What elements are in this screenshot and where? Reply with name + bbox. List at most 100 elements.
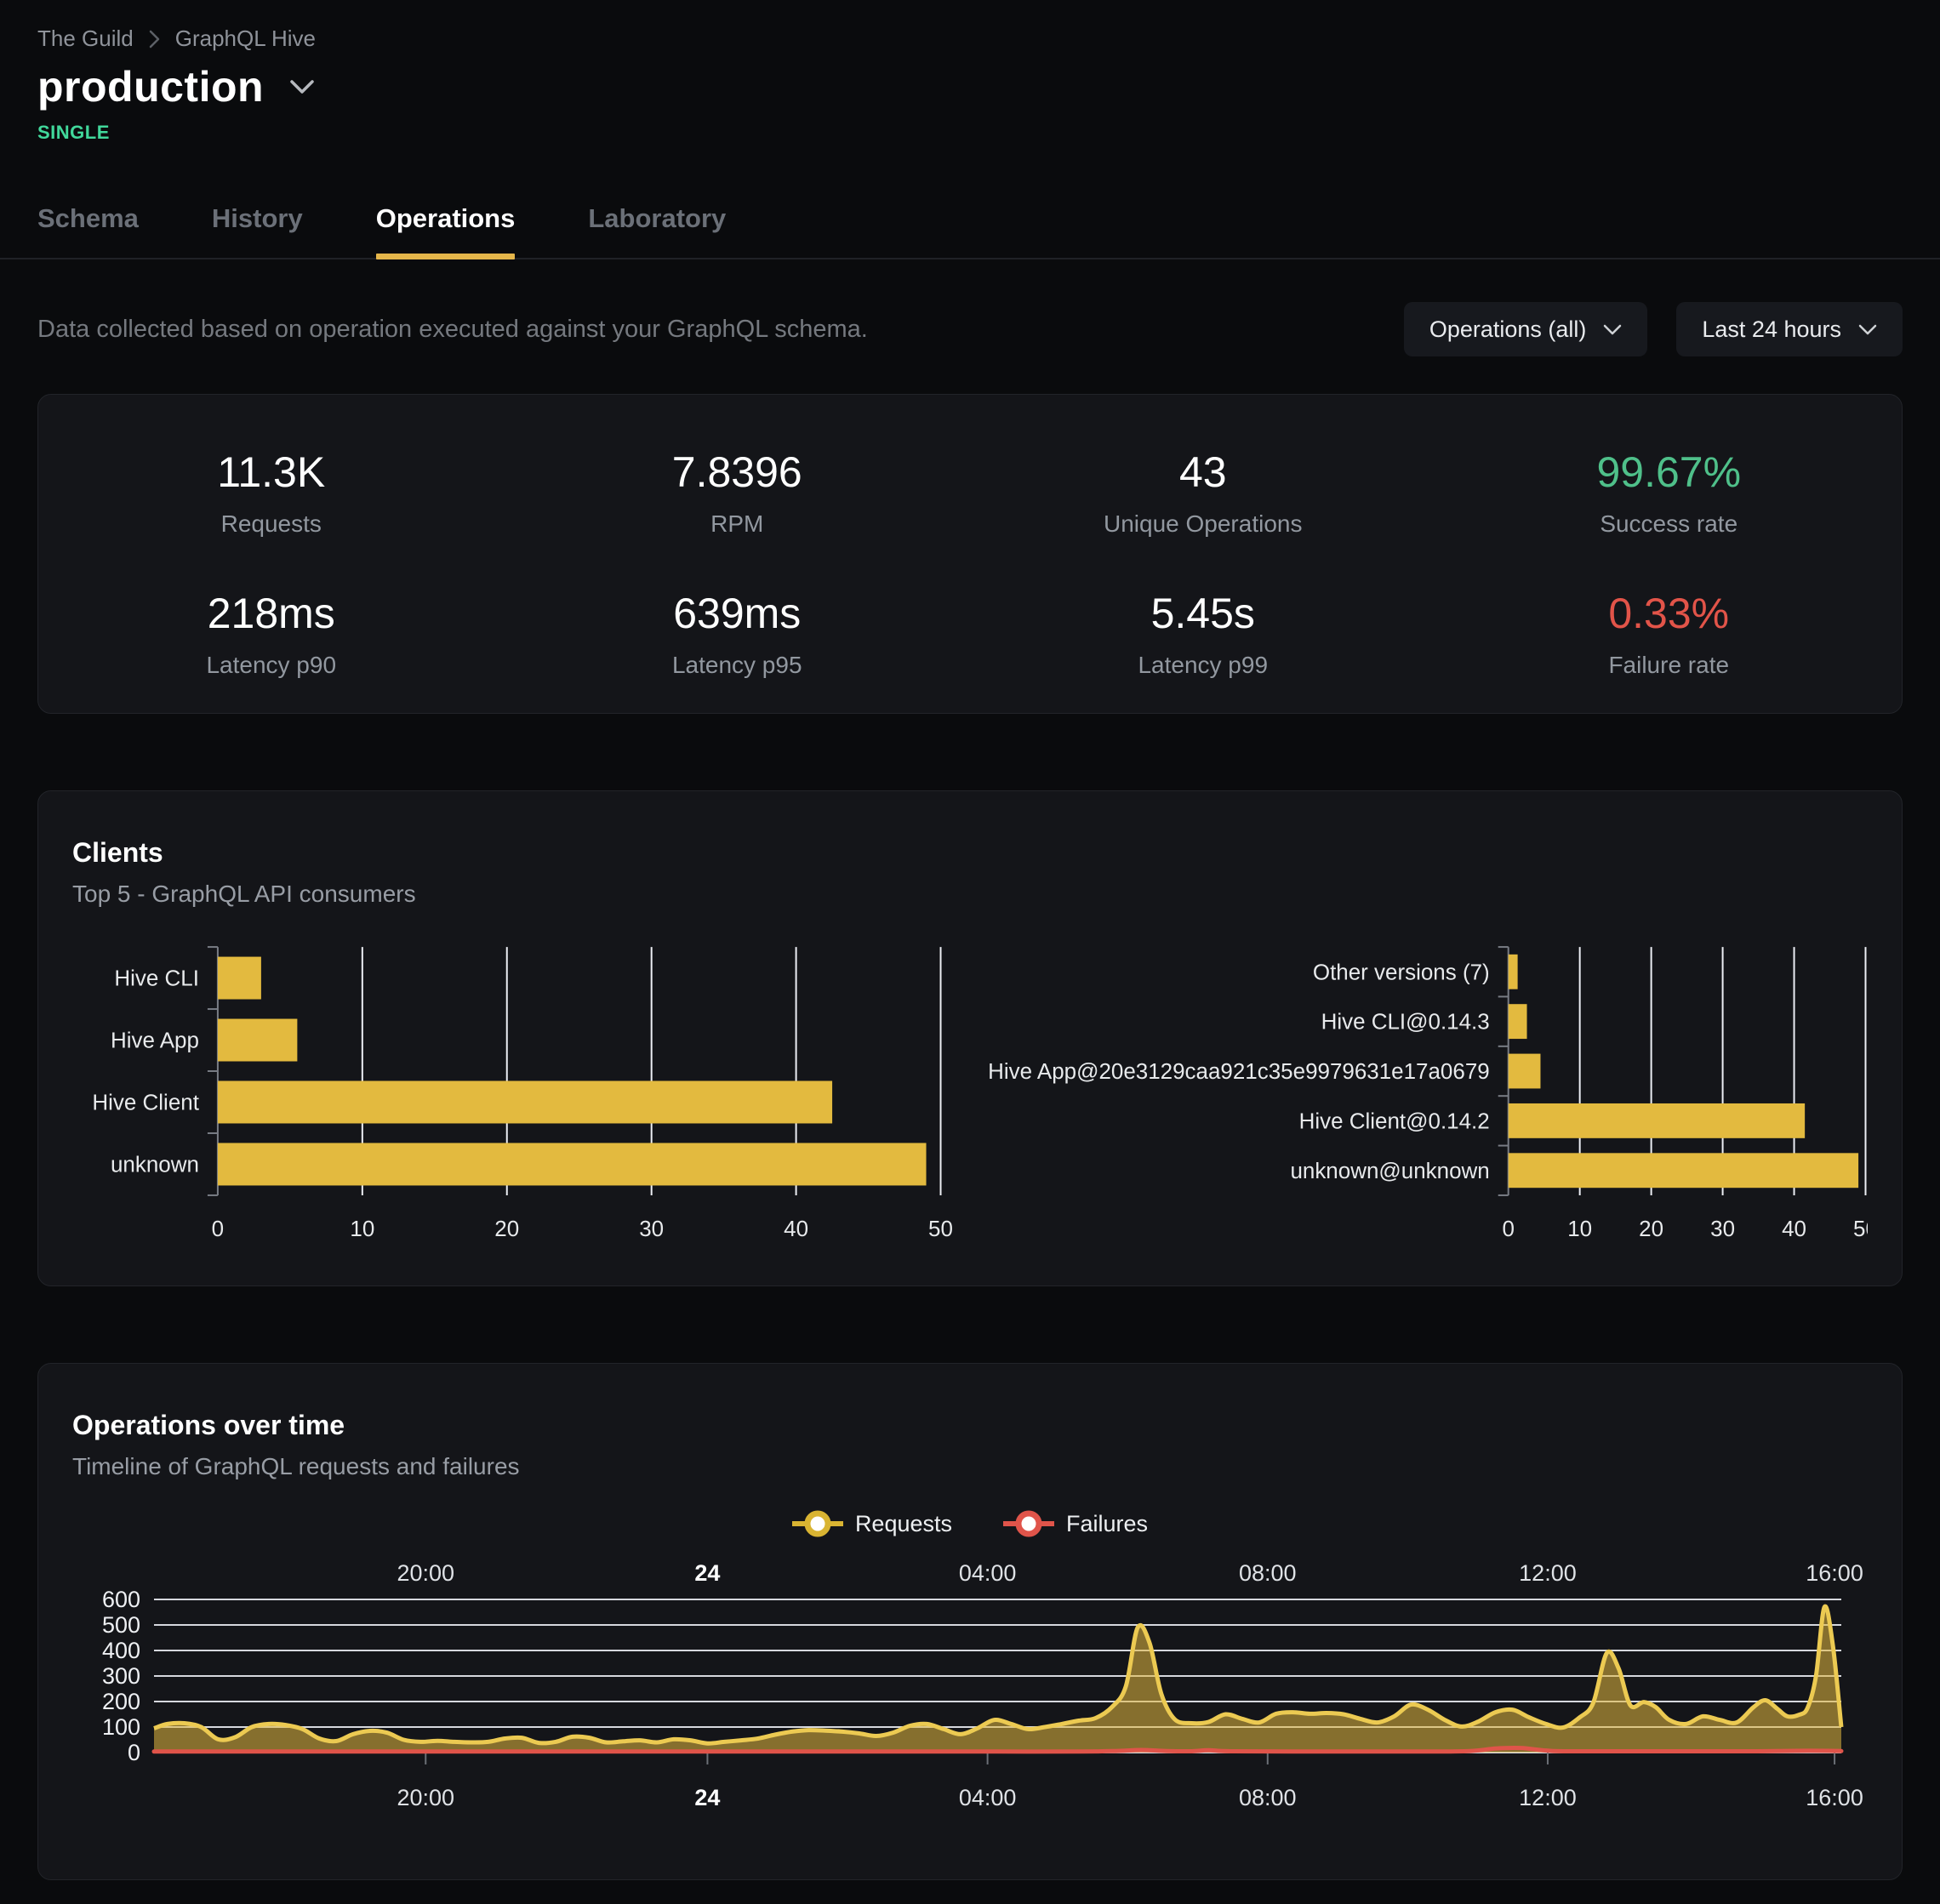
operations-filter-dropdown[interactable]: Operations (all): [1404, 302, 1648, 356]
bar-row: unknown: [111, 1143, 927, 1185]
tab-bar: Schema History Operations Laboratory: [0, 203, 1940, 259]
stat-rpm: 7.8396RPM: [505, 447, 971, 538]
clients-charts-row: Hive CLI Hive App Hive Client unknown 0 10 20 3…: [72, 942, 1868, 1251]
stat-failure-rate: 0.33%Failure rate: [1436, 589, 1903, 679]
svg-text:Other versions (7): Other versions (7): [1312, 959, 1489, 984]
stat-label: Success rate: [1600, 510, 1737, 538]
ops-card-subtitle: Timeline of GraphQL requests and failure…: [72, 1453, 1868, 1480]
svg-text:unknown: unknown: [111, 1151, 199, 1177]
stat-value: 43: [1179, 447, 1227, 497]
operations-over-time-card: Operations over time Timeline of GraphQL…: [37, 1363, 1903, 1880]
tab-history[interactable]: History: [212, 203, 303, 258]
legend-label: Requests: [855, 1511, 952, 1537]
chevron-down-icon: [1603, 324, 1622, 335]
stat-latency-p99: 5.45s Latency p99: [970, 589, 1436, 679]
stat-unique-operations: 43Unique Operations: [970, 447, 1436, 538]
svg-text:200: 200: [102, 1689, 140, 1714]
info-row: Data collected based on operation execut…: [37, 302, 1903, 356]
tab-operations[interactable]: Operations: [376, 203, 516, 258]
stat-label: Latency p99: [1138, 652, 1268, 679]
clients-by-name-chart: Hive CLIHive AppHive Clientunknown010203…: [72, 942, 970, 1251]
stat-value: 639ms: [673, 589, 801, 638]
svg-text:50: 50: [1853, 1216, 1868, 1241]
svg-text:12:00: 12:00: [1519, 1785, 1577, 1810]
breadcrumb-item-graphql-hive[interactable]: GraphQL Hive: [175, 26, 316, 52]
svg-text:20:00: 20:00: [397, 1560, 454, 1586]
operations-filter-label: Operations (all): [1429, 316, 1587, 343]
page-title: production: [37, 62, 264, 111]
svg-text:400: 400: [102, 1638, 140, 1663]
chevron-right-icon: [149, 30, 160, 48]
tab-schema[interactable]: Schema: [37, 203, 139, 258]
svg-text:Hive Client@0.14.2: Hive Client@0.14.2: [1298, 1108, 1489, 1133]
bar-row: unknown@unknown: [1290, 1153, 1858, 1188]
stat-label: RPM: [710, 510, 763, 538]
svg-text:Hive App@20e3129caa921c35e9979: Hive App@20e3129caa921c35e9979631e17a067…: [988, 1058, 1490, 1084]
breadcrumb: The Guild GraphQL Hive: [37, 26, 1903, 52]
stat-latency-p95: 639ms Latency p95: [505, 589, 971, 679]
svg-text:0: 0: [1502, 1216, 1514, 1241]
filter-buttons: Operations (all) Last 24 hours: [1404, 302, 1903, 356]
svg-text:10: 10: [350, 1216, 374, 1241]
chevron-down-icon: [289, 79, 315, 94]
bar-row: Other versions (7): [1312, 955, 1517, 989]
svg-text:600: 600: [102, 1587, 140, 1612]
bar: [1508, 1054, 1540, 1089]
clients-card: Clients Top 5 - GraphQL API consumers Hi…: [37, 790, 1903, 1286]
bar: [1508, 1153, 1857, 1188]
bar: [218, 1143, 927, 1185]
breadcrumb-item-the-guild[interactable]: The Guild: [37, 26, 134, 52]
legend-item-requests[interactable]: Requests: [792, 1509, 952, 1538]
bar-row: Hive App: [111, 1019, 297, 1062]
svg-text:24: 24: [694, 1785, 720, 1810]
requests-area: [154, 1606, 1841, 1753]
stat-value: 11.3K: [217, 447, 325, 497]
tab-laboratory[interactable]: Laboratory: [588, 203, 726, 258]
svg-text:30: 30: [639, 1216, 664, 1241]
stat-label: Latency p95: [672, 652, 802, 679]
svg-text:Hive Client: Hive Client: [92, 1089, 199, 1114]
bar-row: Hive Client: [92, 1081, 832, 1124]
bar: [218, 957, 261, 1000]
page-header: The Guild GraphQL Hive production SINGLE: [0, 0, 1940, 144]
legend-item-failures[interactable]: Failures: [1003, 1509, 1148, 1538]
ops-card-title: Operations over time: [72, 1410, 1868, 1441]
legend-label: Failures: [1066, 1511, 1148, 1537]
svg-text:20:00: 20:00: [397, 1785, 454, 1810]
svg-text:40: 40: [784, 1216, 808, 1241]
stat-label: Latency p90: [206, 652, 336, 679]
stat-label: Requests: [221, 510, 322, 538]
svg-text:30: 30: [1710, 1216, 1735, 1241]
bar-row: Hive CLI@0.14.3: [1321, 1004, 1526, 1039]
svg-text:40: 40: [1782, 1216, 1806, 1241]
svg-text:16:00: 16:00: [1806, 1785, 1863, 1810]
target-selector[interactable]: production: [37, 62, 1903, 111]
svg-text:20: 20: [494, 1216, 519, 1241]
single-badge: SINGLE: [37, 122, 1903, 144]
svg-text:Hive App: Hive App: [111, 1028, 199, 1053]
bar-row: Hive CLI: [114, 957, 261, 1000]
stat-value: 0.33%: [1608, 589, 1729, 638]
bar: [1508, 1103, 1804, 1138]
svg-text:12:00: 12:00: [1519, 1560, 1577, 1586]
svg-text:Hive CLI: Hive CLI: [114, 966, 199, 991]
date-range-label: Last 24 hours: [1702, 316, 1841, 343]
stat-latency-p90: 218msLatency p90: [38, 589, 505, 679]
stat-value: 5.45s: [1151, 589, 1255, 638]
svg-text:16:00: 16:00: [1806, 1560, 1863, 1586]
bar-row: Hive Client@0.14.2: [1298, 1103, 1805, 1138]
svg-text:unknown@unknown: unknown@unknown: [1290, 1158, 1489, 1183]
svg-text:50: 50: [928, 1216, 953, 1241]
stats-panel: 11.3K Requests 7.8396RPM43Unique Operation…: [37, 394, 1903, 714]
bar: [1508, 1004, 1526, 1039]
clients-by-version-chart: Other versions (7) Hive CLI@0.14.3 Hive Ap…: [970, 942, 1869, 1251]
svg-text:04:00: 04:00: [959, 1785, 1017, 1810]
bar: [218, 1081, 832, 1124]
clients-card-subtitle: Top 5 - GraphQL API consumers: [72, 881, 1868, 908]
svg-text:100: 100: [102, 1714, 140, 1740]
description-text: Data collected based on operation execut…: [37, 316, 868, 344]
date-range-dropdown[interactable]: Last 24 hours: [1676, 302, 1903, 356]
svg-text:300: 300: [102, 1663, 140, 1689]
chart-legend: Requests Failures: [72, 1509, 1868, 1538]
svg-text:04:00: 04:00: [959, 1560, 1017, 1586]
